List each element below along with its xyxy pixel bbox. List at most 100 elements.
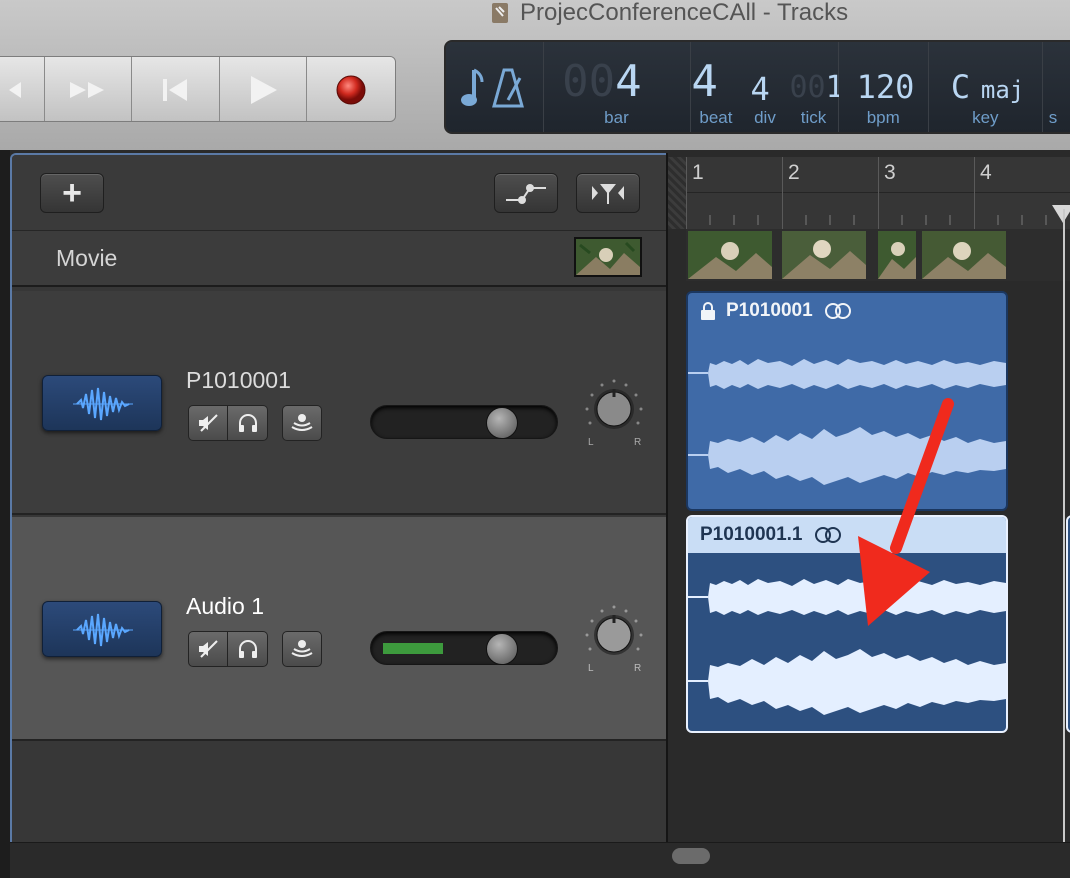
ruler-ticks <box>709 215 1047 225</box>
track-name[interactable]: Audio 1 <box>186 593 264 620</box>
smart-tempo-button[interactable] <box>576 173 640 213</box>
bottom-scroll-bar <box>10 842 1070 878</box>
lock-icon <box>701 302 715 320</box>
key-label: key <box>972 108 999 127</box>
play-icon <box>251 76 278 104</box>
stereo-link-icon <box>824 303 851 319</box>
rewind-button[interactable] <box>0 57 45 121</box>
tick-leading-zeros: 00 <box>789 70 826 105</box>
tempo-cell[interactable]: 120 bpm <box>838 42 929 132</box>
input-monitoring-icon <box>291 414 313 431</box>
transport-controls <box>0 56 396 122</box>
track-header-toolbar: + <box>12 155 666 231</box>
bar-ruler[interactable]: 1 2 3 4 <box>686 157 1070 229</box>
mute-speaker-icon <box>199 414 218 432</box>
garageband-window: ProjecConferenceCAll - Tracks 004 bar 4 … <box>0 0 1070 878</box>
fast-forward-icon <box>70 82 105 98</box>
track-header-selected[interactable]: Audio 1 L R <box>12 517 666 741</box>
mute-button[interactable] <box>188 631 228 667</box>
track-headers-panel: + Movie P1010001 L R Audio 1 L R <box>10 153 666 872</box>
pan-right-label: R <box>634 437 642 448</box>
movie-track-filmstrip <box>686 229 1070 281</box>
headphones-icon <box>238 414 257 432</box>
div-value: 4 <box>750 70 770 108</box>
movie-thumbnail <box>574 237 642 277</box>
signature-cell[interactable]: s <box>1042 42 1070 132</box>
input-monitoring-button[interactable] <box>282 631 322 667</box>
level-meter <box>383 643 443 654</box>
ruler-pre-roll <box>668 157 686 229</box>
movie-track-header[interactable]: Movie <box>12 231 666 287</box>
track-header[interactable]: P1010001 L R <box>12 291 666 515</box>
pan-knob[interactable]: L R <box>584 375 644 451</box>
key-letter: C <box>950 68 971 106</box>
track-buttons <box>188 405 268 441</box>
left-edge <box>0 150 10 878</box>
waveform <box>688 359 1006 485</box>
waveform <box>688 579 1006 715</box>
beat-cell: 4 beat <box>691 42 741 132</box>
movie-track-label: Movie <box>56 245 118 271</box>
tracks-timeline[interactable]: 1 2 3 4 P1010001 P1010001.1 <box>666 153 1070 872</box>
audio-waveform-icon <box>42 601 162 657</box>
pan-left-label: L <box>588 437 594 448</box>
mute-speaker-icon <box>199 640 218 658</box>
region-name: P1010001 <box>726 300 813 321</box>
toolbar: ProjecConferenceCAll - Tracks 004 bar 4 … <box>0 0 1070 150</box>
plus-icon: + <box>62 174 82 212</box>
flex-time-icon <box>592 184 624 204</box>
audio-waveform-icon <box>42 375 162 431</box>
bar-label: bar <box>604 108 629 127</box>
bar-cell: 004 bar <box>544 42 692 132</box>
beat-value: 4 <box>691 56 718 107</box>
key-mode: maj <box>980 76 1025 104</box>
volume-slider[interactable] <box>370 631 558 665</box>
mute-button[interactable] <box>188 405 228 441</box>
input-monitoring-button[interactable] <box>282 405 322 441</box>
bpm-label: bpm <box>866 108 900 127</box>
record-button[interactable] <box>307 57 395 121</box>
div-label: div <box>754 108 776 127</box>
track-name[interactable]: P1010001 <box>186 367 291 394</box>
audio-region-selected[interactable]: P1010001.1 <box>686 515 1008 733</box>
lcd-display[interactable]: 004 bar 4 beat 4 div 001 tick 120 bpm C … <box>444 40 1070 134</box>
solo-button[interactable] <box>228 405 268 441</box>
headphones-icon <box>238 640 257 658</box>
playhead-handle[interactable] <box>1052 205 1070 223</box>
key-cell[interactable]: C maj key <box>928 42 1043 132</box>
solo-button[interactable] <box>228 631 268 667</box>
play-button[interactable] <box>219 57 308 121</box>
div-cell: 4 div <box>740 42 790 132</box>
region-header: P1010001.1 <box>688 517 1006 553</box>
rewind-icon <box>9 82 22 98</box>
region-header: P1010001 <box>688 293 1006 329</box>
volume-slider[interactable] <box>370 405 558 439</box>
movie-frames <box>688 231 1006 279</box>
pan-right-label: R <box>634 663 642 674</box>
region-name: P1010001.1 <box>700 524 803 545</box>
signature-label: s <box>1048 108 1058 127</box>
metronome-cell[interactable] <box>446 42 545 132</box>
add-track-button[interactable]: + <box>40 173 104 213</box>
record-icon <box>336 75 366 105</box>
go-to-beginning-button[interactable] <box>132 57 220 121</box>
pan-left-label: L <box>588 663 594 674</box>
beat-label: beat <box>699 108 733 127</box>
playhead-line <box>1063 209 1065 859</box>
tick-label: tick <box>800 108 827 127</box>
next-region-edge[interactable] <box>1066 515 1070 733</box>
volume-slider-knob[interactable] <box>486 407 518 439</box>
skip-back-icon <box>162 79 187 101</box>
audio-region[interactable]: P1010001 <box>686 291 1008 511</box>
fast-forward-button[interactable] <box>44 57 133 121</box>
bpm-value: 120 <box>856 68 915 106</box>
garageband-document-icon <box>490 2 512 24</box>
horizontal-scrollbar-thumb[interactable] <box>672 848 710 864</box>
stereo-link-icon <box>814 527 841 543</box>
automation-button[interactable] <box>494 173 558 213</box>
metronome-icon <box>461 68 524 108</box>
track-buttons <box>188 631 268 667</box>
window-title-text: ProjecConferenceCAll - Tracks <box>520 0 849 26</box>
volume-slider-knob[interactable] <box>486 633 518 665</box>
pan-knob[interactable]: L R <box>584 601 644 677</box>
